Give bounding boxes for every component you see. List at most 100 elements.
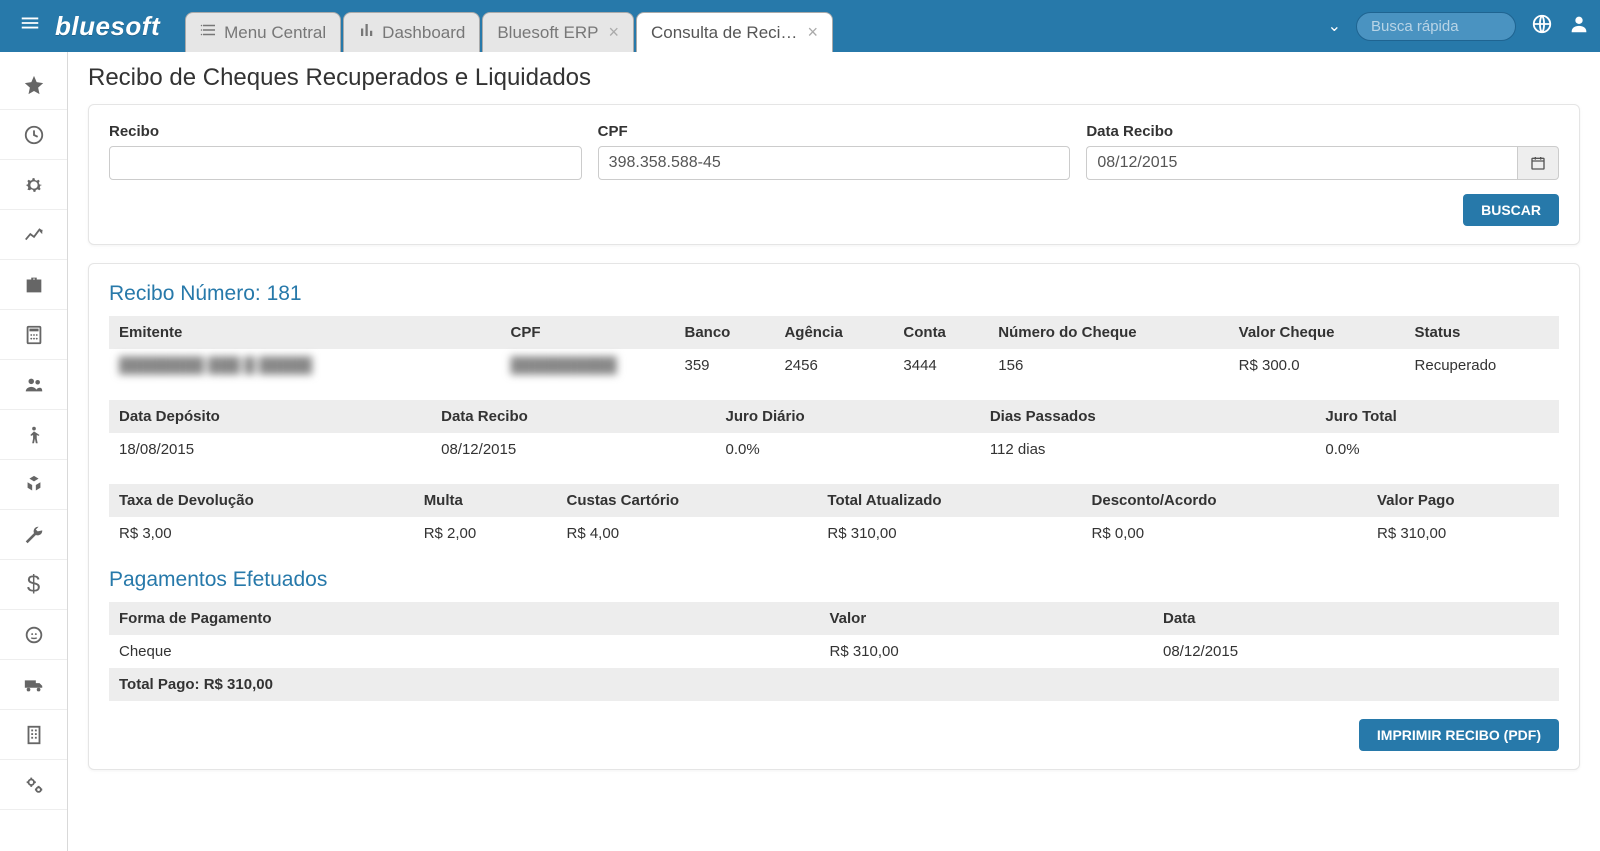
sidebar-gear[interactable] bbox=[0, 160, 67, 210]
td-conta: 3444 bbox=[893, 349, 988, 382]
th-custas: Custas Cartório bbox=[557, 484, 818, 517]
result-card: Recibo Número: 181 Emitente CPF Banco Ag… bbox=[88, 263, 1580, 770]
sidebar-line-chart[interactable] bbox=[0, 210, 67, 260]
page-title: Recibo de Cheques Recuperados e Liquidad… bbox=[88, 64, 1580, 92]
sidebar-building[interactable] bbox=[0, 710, 67, 760]
input-data-recibo[interactable] bbox=[1086, 146, 1517, 180]
recibo-heading-prefix: Recibo Número: bbox=[109, 282, 267, 305]
th-juro-diario: Juro Diário bbox=[715, 400, 979, 433]
close-icon[interactable]: × bbox=[608, 22, 619, 43]
logo: bluesoft bbox=[55, 11, 160, 42]
sidebar-truck[interactable] bbox=[0, 660, 67, 710]
topbar: bluesoft Menu Central Dashboard Bluesoft… bbox=[0, 0, 1600, 52]
sidebar-lion[interactable] bbox=[0, 610, 67, 660]
th-conta: Conta bbox=[893, 316, 988, 349]
building-icon bbox=[23, 724, 45, 746]
table-row: Cheque R$ 310,00 08/12/2015 bbox=[109, 635, 1559, 668]
tab-label: Consulta de Reci… bbox=[651, 23, 797, 43]
td-status: Recuperado bbox=[1405, 349, 1559, 382]
sidebar-wrench[interactable] bbox=[0, 510, 67, 560]
th-forma-pagamento: Forma de Pagamento bbox=[109, 602, 820, 635]
input-recibo[interactable] bbox=[109, 146, 582, 180]
table-row: R$ 3,00 R$ 2,00 R$ 4,00 R$ 310,00 R$ 0,0… bbox=[109, 517, 1559, 550]
table-recibo-1: Emitente CPF Banco Agência Conta Número … bbox=[109, 316, 1559, 382]
th-taxa-devolucao: Taxa de Devolução bbox=[109, 484, 414, 517]
td-banco: 359 bbox=[675, 349, 775, 382]
sidebar-dollar[interactable]: $ bbox=[0, 560, 67, 610]
tab-consulta-recibo[interactable]: Consulta de Reci… × bbox=[636, 12, 833, 52]
buscar-button[interactable]: BUSCAR bbox=[1463, 194, 1559, 226]
calendar-button[interactable] bbox=[1517, 146, 1559, 180]
th-dias-passados: Dias Passados bbox=[980, 400, 1316, 433]
globe-icon[interactable] bbox=[1531, 13, 1553, 40]
cogs-icon bbox=[23, 774, 45, 796]
input-cpf[interactable] bbox=[598, 146, 1071, 180]
tab-bluesoft-erp[interactable]: Bluesoft ERP × bbox=[482, 12, 634, 52]
th-data-recibo: Data Recibo bbox=[431, 400, 715, 433]
th-numero-cheque: Número do Cheque bbox=[988, 316, 1228, 349]
field-cpf: CPF bbox=[598, 123, 1071, 180]
table-pagamentos: Forma de Pagamento Valor Data Cheque R$ … bbox=[109, 602, 1559, 701]
sidebar-cogs[interactable] bbox=[0, 760, 67, 810]
td-cpf: ██████████ bbox=[501, 349, 675, 382]
td-total-pago: Total Pago: R$ 310,00 bbox=[109, 668, 1559, 701]
td-valor: R$ 310,00 bbox=[820, 635, 1154, 668]
tab-label: Dashboard bbox=[382, 23, 465, 43]
td-total-atualizado: R$ 310,00 bbox=[817, 517, 1081, 550]
th-valor-pago: Valor Pago bbox=[1367, 484, 1559, 517]
th-data-deposito: Data Depósito bbox=[109, 400, 431, 433]
chevron-down-icon[interactable]: ⌄ bbox=[1328, 16, 1341, 36]
person-icon bbox=[23, 424, 45, 446]
sidebar-clock[interactable] bbox=[0, 110, 67, 160]
pagamentos-heading: Pagamentos Efetuados bbox=[109, 568, 1559, 592]
close-icon[interactable]: × bbox=[807, 22, 818, 43]
td-data: 08/12/2015 bbox=[1153, 635, 1559, 668]
truck-icon bbox=[23, 674, 45, 696]
clock-icon bbox=[23, 124, 45, 146]
td-valor-cheque: R$ 300.0 bbox=[1229, 349, 1405, 382]
sidebar: $ bbox=[0, 52, 68, 851]
td-juro-total: 0.0% bbox=[1315, 433, 1559, 466]
sidebar-users[interactable] bbox=[0, 360, 67, 410]
td-multa: R$ 2,00 bbox=[414, 517, 557, 550]
briefcase-icon bbox=[23, 274, 45, 296]
user-icon[interactable] bbox=[1568, 13, 1590, 40]
sidebar-calculator[interactable] bbox=[0, 310, 67, 360]
menu-toggle[interactable] bbox=[10, 12, 50, 40]
td-agencia: 2456 bbox=[774, 349, 893, 382]
tab-menu-central[interactable]: Menu Central bbox=[185, 12, 341, 52]
table-row: ████████ ███ █ █████ ██████████ 359 2456… bbox=[109, 349, 1559, 382]
star-icon bbox=[23, 74, 45, 96]
td-emitente: ████████ ███ █ █████ bbox=[109, 349, 501, 382]
td-desconto: R$ 0,00 bbox=[1082, 517, 1367, 550]
main-content: Recibo de Cheques Recuperados e Liquidad… bbox=[68, 52, 1600, 851]
search-card: Recibo CPF Data Recibo bbox=[88, 104, 1580, 245]
table-row: 18/08/2015 08/12/2015 0.0% 112 dias 0.0% bbox=[109, 433, 1559, 466]
global-search-input[interactable] bbox=[1356, 12, 1516, 41]
sidebar-star[interactable] bbox=[0, 60, 67, 110]
th-banco: Banco bbox=[675, 316, 775, 349]
sidebar-cubes[interactable] bbox=[0, 460, 67, 510]
imprimir-button[interactable]: IMPRIMIR RECIBO (PDF) bbox=[1359, 719, 1559, 751]
sidebar-person[interactable] bbox=[0, 410, 67, 460]
tab-dashboard[interactable]: Dashboard bbox=[343, 12, 480, 52]
field-recibo: Recibo bbox=[109, 123, 582, 180]
label-recibo: Recibo bbox=[109, 123, 582, 140]
tab-label: Bluesoft ERP bbox=[497, 23, 598, 43]
th-valor-cheque: Valor Cheque bbox=[1229, 316, 1405, 349]
calendar-icon bbox=[1530, 155, 1546, 171]
users-icon bbox=[23, 374, 45, 396]
td-taxa-devolucao: R$ 3,00 bbox=[109, 517, 414, 550]
th-status: Status bbox=[1405, 316, 1559, 349]
gear-icon bbox=[23, 174, 45, 196]
td-data-recibo: 08/12/2015 bbox=[431, 433, 715, 466]
recibo-numero: 181 bbox=[267, 282, 302, 305]
layout: $ Recibo de Cheques Recuperados e Liquid… bbox=[0, 52, 1600, 851]
th-juro-total: Juro Total bbox=[1315, 400, 1559, 433]
th-data: Data bbox=[1153, 602, 1559, 635]
th-valor: Valor bbox=[820, 602, 1154, 635]
line-chart-icon bbox=[23, 224, 45, 246]
lion-icon bbox=[23, 624, 45, 646]
sidebar-briefcase[interactable] bbox=[0, 260, 67, 310]
topbar-right: ⌄ bbox=[1328, 12, 1590, 41]
